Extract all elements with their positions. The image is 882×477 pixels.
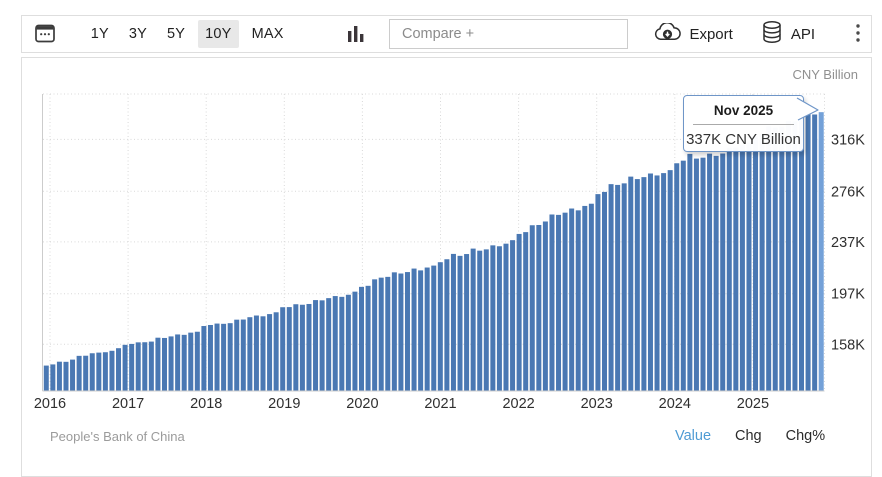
tooltip-title: Nov 2025 — [684, 103, 803, 118]
chg-link[interactable]: Chg — [735, 428, 762, 444]
svg-text:2021: 2021 — [424, 396, 456, 412]
svg-text:2024: 2024 — [659, 396, 691, 412]
svg-text:276K: 276K — [831, 184, 865, 200]
tooltip-value: 337K CNY Billion — [684, 131, 803, 148]
svg-text:2018: 2018 — [190, 396, 222, 412]
source-label: People's Bank of China — [50, 429, 185, 444]
value-link[interactable]: Value — [675, 428, 711, 444]
chg-percent-link[interactable]: Chg% — [786, 428, 826, 444]
svg-text:237K: 237K — [831, 235, 865, 251]
svg-text:2019: 2019 — [268, 396, 300, 412]
chart-canvas[interactable]: 2016 2017 2018 2019 2020 2021 2022 2023 2024 2025… — [0, 0, 882, 470]
svg-text:2017: 2017 — [112, 396, 144, 412]
svg-text:2025: 2025 — [737, 396, 769, 412]
svg-text:197K: 197K — [831, 287, 865, 303]
svg-text:2020: 2020 — [346, 396, 378, 412]
series-mode-links: Value Chg Chg% — [675, 428, 825, 444]
tooltip-separator — [693, 124, 794, 125]
svg-text:2022: 2022 — [502, 396, 534, 412]
svg-text:2023: 2023 — [581, 396, 613, 412]
svg-text:158K: 158K — [831, 337, 865, 353]
svg-text:316K: 316K — [831, 132, 865, 148]
chart-tooltip: Nov 2025 337K CNY Billion — [683, 95, 804, 152]
svg-text:2016: 2016 — [34, 396, 66, 412]
tooltip-callout — [795, 94, 827, 128]
